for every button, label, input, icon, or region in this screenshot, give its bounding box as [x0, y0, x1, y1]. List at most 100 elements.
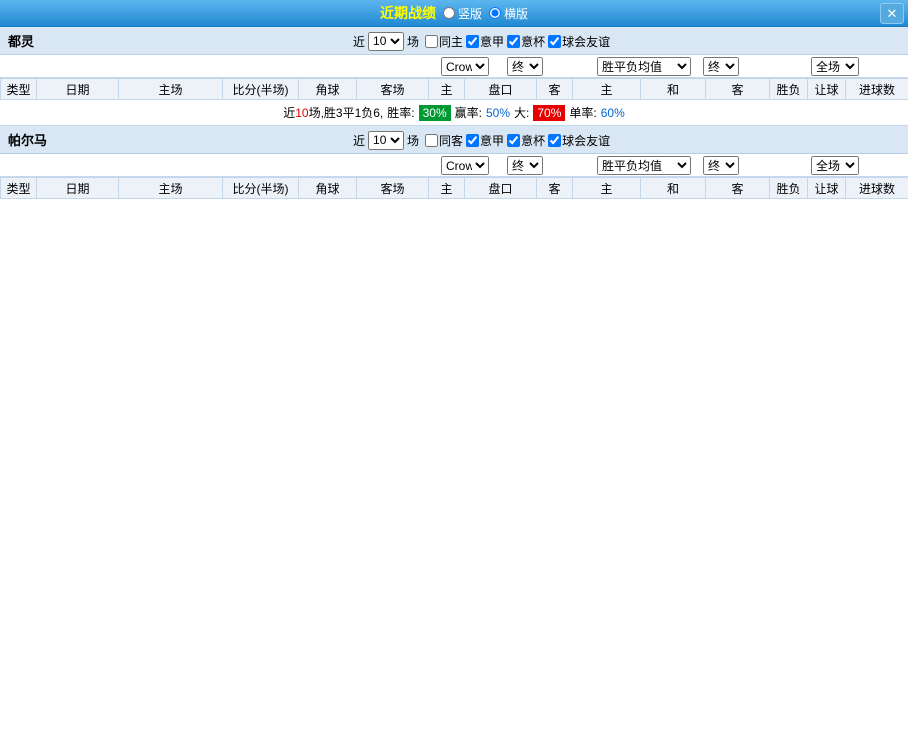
- filter-checkbox[interactable]: 意甲: [466, 132, 504, 149]
- col-euro-home: 主: [572, 177, 641, 199]
- big-rate-label: 大:: [514, 106, 530, 120]
- torino-results-table: 类型 日期 主场 比分(半场) 角球 客场 主 盘口 客 主 和 客 胜负 让球…: [0, 78, 908, 100]
- col-home: 主场: [118, 78, 223, 100]
- checkbox-label: 球会友谊: [562, 34, 611, 49]
- team-section-header: 帕尔马 近 10 场 同客 意甲 意杯 球会友谊: [0, 126, 908, 154]
- summary-text: 近10场,胜3平1负6,: [283, 106, 384, 120]
- filter-checkbox-group: 同客 意甲 意杯 球会友谊: [422, 132, 610, 149]
- team-section-header: 都灵 近 10 场 同主 意甲 意杯 球会友谊: [0, 27, 908, 55]
- odds-filter-row: Crow* 终 胜平负均值 终 全场: [0, 154, 908, 177]
- filter-checkbox[interactable]: 意杯: [507, 132, 545, 149]
- match-scope-select[interactable]: 全场: [811, 156, 859, 175]
- games-suffix: 场: [407, 34, 420, 49]
- layout-option-horizontal[interactable]: 横版: [489, 5, 528, 22]
- checkbox-label: 意杯: [521, 133, 546, 148]
- team-name: 都灵: [8, 34, 35, 49]
- filter-checkbox[interactable]: 同客: [425, 132, 463, 149]
- odds-filter-row: Crow* 终 胜平负均值 终 全场: [0, 55, 908, 78]
- filter-checkbox[interactable]: 意杯: [507, 33, 545, 50]
- team-section-parma: 帕尔马 近 10 场 同客 意甲 意杯 球会友谊 Crow* 终 胜平负均值 终 全场…: [0, 126, 908, 199]
- col-let: 让球: [807, 177, 846, 199]
- horizontal-layout-label: 横版: [504, 6, 529, 21]
- checkbox-label: 同客: [439, 133, 464, 148]
- single-rate-label: 单率:: [569, 106, 597, 120]
- col-euro-away: 客: [705, 177, 770, 199]
- win-rate-badge: 30%: [418, 104, 451, 121]
- team-section-torino: 都灵 近 10 场 同主 意甲 意杯 球会友谊 Crow* 终 胜平负均值 终 全场 …: [0, 27, 908, 126]
- asian-odds-time-select[interactable]: 终: [507, 57, 543, 76]
- filter-checkbox[interactable]: 球会友谊: [548, 33, 610, 50]
- column-header-row: 类型 日期 主场 比分(半场) 角球 客场 主 盘口 客 主 和 客 胜负 让球…: [0, 177, 908, 199]
- checkbox-label: 意甲: [480, 34, 505, 49]
- col-goals: 进球数: [845, 177, 908, 199]
- filter-checkbox[interactable]: 同主: [425, 33, 463, 50]
- col-type: 类型: [0, 78, 37, 100]
- bookmaker-select[interactable]: Crow*: [441, 156, 489, 175]
- col-result: 胜负: [769, 177, 808, 199]
- col-away: 客场: [356, 78, 429, 100]
- checkbox-input[interactable]: [548, 133, 562, 147]
- near-label: 近: [353, 34, 366, 49]
- titlebar-center: 近期战绩 竖版 横版: [380, 3, 528, 23]
- filter-checkbox[interactable]: 球会友谊: [548, 132, 610, 149]
- checkbox-input[interactable]: [548, 34, 562, 48]
- col-date: 日期: [36, 78, 119, 100]
- euro-odds-view-select[interactable]: 胜平负均值: [597, 156, 691, 175]
- panel-title: 近期战绩: [379, 5, 436, 21]
- summary-bar: 近10场,胜3平1负6, 胜率: 30% 赢率: 50% 大: 70% 单率: …: [0, 100, 908, 126]
- asian-odds-time-select[interactable]: 终: [507, 156, 543, 175]
- checkbox-label: 球会友谊: [562, 133, 611, 148]
- checkbox-input[interactable]: [507, 34, 521, 48]
- horizontal-layout-radio[interactable]: [489, 7, 501, 19]
- col-euro-home: 主: [572, 78, 641, 100]
- big-rate-badge: 70%: [533, 104, 566, 121]
- checkbox-input[interactable]: [466, 133, 480, 147]
- team-name: 帕尔马: [8, 133, 48, 148]
- col-home: 主场: [118, 177, 223, 199]
- col-type: 类型: [0, 177, 37, 199]
- recent-results-panel: 近期战绩 竖版 横版 ✕ 都灵 近 10 场 同主 意甲 意杯 球会友谊 Crow*: [0, 0, 908, 749]
- col-score: 比分(半场): [222, 78, 299, 100]
- games-suffix: 场: [407, 133, 420, 148]
- checkbox-input[interactable]: [425, 34, 439, 48]
- single-rate-value: 60%: [600, 105, 625, 120]
- col-asian-away: 客: [536, 177, 573, 199]
- win-rate-label: 胜率:: [387, 106, 415, 120]
- bookmaker-select[interactable]: Crow*: [441, 57, 489, 76]
- let-rate-label: 赢率:: [454, 106, 482, 120]
- col-handicap: 盘口: [464, 78, 537, 100]
- vertical-layout-label: 竖版: [457, 6, 482, 21]
- checkbox-input[interactable]: [466, 34, 480, 48]
- checkbox-input[interactable]: [425, 133, 439, 147]
- checkbox-label: 同主: [439, 34, 464, 49]
- checkbox-input[interactable]: [507, 133, 521, 147]
- games-count-select[interactable]: 10: [368, 130, 405, 150]
- col-goals: 进球数: [845, 78, 908, 100]
- col-asian-home: 主: [428, 78, 465, 100]
- match-scope-select[interactable]: 全场: [811, 57, 859, 76]
- euro-odds-time-select[interactable]: 终: [703, 156, 739, 175]
- vertical-layout-radio[interactable]: [442, 7, 455, 19]
- euro-odds-time-select[interactable]: 终: [703, 57, 739, 76]
- layout-option-vertical[interactable]: 竖版: [442, 5, 482, 22]
- close-icon[interactable]: ✕: [880, 3, 904, 24]
- col-away: 客场: [356, 177, 429, 199]
- titlebar: 近期战绩 竖版 横版 ✕: [0, 0, 908, 27]
- col-euro-away: 客: [705, 78, 770, 100]
- near-label: 近: [353, 133, 366, 148]
- parma-results-table: 类型 日期 主场 比分(半场) 角球 客场 主 盘口 客 主 和 客 胜负 让球…: [0, 177, 908, 199]
- col-let: 让球: [807, 78, 846, 100]
- filter-checkbox[interactable]: 意甲: [466, 33, 504, 50]
- filter-checkbox-group: 同主 意甲 意杯 球会友谊: [422, 33, 610, 50]
- col-corners: 角球: [298, 78, 357, 100]
- euro-odds-view-select[interactable]: 胜平负均值: [597, 57, 691, 76]
- col-euro-draw: 和: [640, 177, 706, 199]
- filter-controls: 近 10 场 同客 意甲 意杯 球会友谊: [353, 126, 610, 154]
- col-corners: 角球: [298, 177, 357, 199]
- col-date: 日期: [36, 177, 119, 199]
- col-handicap: 盘口: [464, 177, 537, 199]
- filter-controls: 近 10 场 同主 意甲 意杯 球会友谊: [353, 27, 610, 55]
- col-asian-away: 客: [536, 78, 573, 100]
- games-count-select[interactable]: 10: [368, 31, 405, 51]
- col-asian-home: 主: [428, 177, 465, 199]
